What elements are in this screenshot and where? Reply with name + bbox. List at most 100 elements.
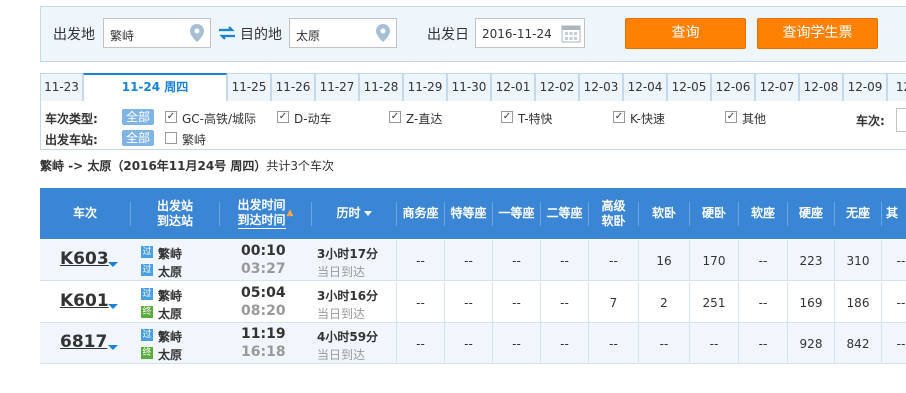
chevron-down-icon[interactable] (108, 345, 118, 350)
seat-count: 169 (799, 295, 823, 310)
train-type-checkbox[interactable]: ✓ (277, 111, 289, 123)
train-count: 共计3个车次 (266, 159, 335, 173)
train-type-label: 其他 (742, 112, 767, 126)
date-tab[interactable]: 11-23 (40, 73, 83, 101)
station-checkbox[interactable] (165, 132, 177, 144)
train-number-link[interactable]: K601 (60, 291, 109, 311)
seat-count: -- (464, 253, 473, 268)
date-tab[interactable]: 12-07 (755, 73, 799, 101)
calendar-icon[interactable] (561, 23, 581, 43)
seat-count: -- (416, 295, 425, 310)
from-station-input[interactable]: 繁峙 (103, 18, 211, 48)
header-soft-seat: 软座 (750, 206, 775, 220)
swap-icon[interactable] (218, 26, 236, 40)
location-pin-icon[interactable] (190, 24, 204, 42)
date-tab[interactable]: 11-29 (403, 73, 447, 101)
date-tab[interactable]: 12-02 (535, 73, 579, 101)
from-station: 繁峙 (158, 247, 183, 261)
seat-count: -- (609, 253, 618, 268)
train-row[interactable]: 6817 过繁峙终太原 11:19 16:18 4小时59分 当日到达 -- -- -- -- --… (40, 323, 906, 364)
date-tab[interactable]: 12-08 (799, 73, 843, 101)
seat-count: 310 (846, 253, 870, 268)
chevron-down-icon[interactable] (108, 262, 118, 267)
from-label: 出发地 (53, 27, 95, 43)
seat-count: 928 (799, 336, 823, 351)
train-number-link[interactable]: K603 (60, 249, 109, 269)
train-row[interactable]: K601 过繁峙终太原 05:04 08:20 3小时16分 当日到达 -- -- -- -- 7 2… (40, 282, 906, 323)
header-duration[interactable]: 历时 (312, 188, 396, 239)
seat-count: -- (512, 336, 521, 351)
train-type-label: T-特快 (518, 112, 553, 126)
duration: 4小时59分 (317, 330, 379, 344)
depart-time: 05:04 (241, 285, 286, 301)
date-tab[interactable]: 12-06 (711, 73, 755, 101)
route-text: 繁峙 -> 太原（2016年11月24号 周四） (40, 159, 267, 173)
date-tab[interactable]: 12 (887, 73, 906, 101)
date-tab[interactable]: 12-05 (667, 73, 711, 101)
header-train[interactable]: 车次 (40, 188, 130, 239)
arrive-time: 16:18 (241, 344, 286, 360)
train-row[interactable]: K603 过繁峙过太原 00:10 03:27 3小时17分 当日到达 -- -- -- -- --… (40, 240, 906, 281)
seat-count: 7 (609, 295, 618, 310)
train-type-checkbox[interactable]: ✓ (389, 111, 401, 123)
pass-station-icon: 过 (141, 288, 153, 300)
train-type-checkbox[interactable]: ✓ (725, 111, 737, 123)
train-type-label: GC-高铁/城际 (182, 112, 257, 126)
query-button[interactable]: 查询 (625, 18, 746, 49)
seat-count: 170 (702, 253, 726, 268)
date-tab[interactable]: 11-30 (447, 73, 491, 101)
seat-count: -- (659, 336, 669, 351)
table-header: 车次 出发站 到达站 出发时间 到达时间 ▲ 历时 商务座 特等座 一等座 二等座 高… (40, 188, 906, 239)
date-tab[interactable]: 12-04 (623, 73, 667, 101)
seat-count: -- (896, 253, 906, 268)
seat-count: 842 (846, 336, 870, 351)
header-soft-sleeper: 软卧 (651, 206, 676, 220)
train-number-input[interactable] (896, 108, 906, 132)
result-summary: 繁峙 -> 太原（2016年11月24号 周四）共计3个车次 (40, 157, 334, 174)
date-value: 2016-11-24 (482, 27, 552, 41)
header-stations[interactable]: 出发站 到达站 (131, 188, 219, 239)
train-type-checkbox[interactable]: ✓ (165, 111, 177, 123)
to-station-input[interactable]: 太原 (289, 18, 397, 48)
depart-station-label: 出发车站: (45, 133, 98, 147)
to-label: 目的地 (240, 27, 282, 43)
train-type-all-button[interactable]: 全部 (122, 109, 155, 125)
station-all-button[interactable]: 全部 (122, 130, 155, 146)
date-tab[interactable]: 11-25 (227, 73, 271, 101)
arrive-day: 当日到达 (317, 265, 366, 279)
student-ticket-button[interactable]: 查询学生票 (757, 18, 878, 49)
header-second: 二等座 (546, 206, 583, 220)
arrive-time: 08:20 (241, 303, 286, 319)
from-station: 繁峙 (158, 289, 183, 303)
header-business: 商务座 (402, 206, 439, 220)
seat-count: -- (512, 253, 521, 268)
header-times[interactable]: 出发时间 到达时间 ▲ (220, 188, 311, 239)
date-tab[interactable]: 11-26 (271, 73, 315, 101)
end-station-icon: 终 (141, 347, 153, 359)
date-tab[interactable]: 11-28 (359, 73, 403, 101)
date-tab[interactable]: 11-27 (315, 73, 359, 101)
filter-panel: 车次类型: 全部 ✓ GC-高铁/城际 ✓ D-动车 ✓ Z-直达 ✓ T-特快 ✓ K-快速 ✓ 其… (40, 101, 906, 150)
header-deluxe-soft-sleeper: 高级 软卧 (601, 198, 626, 228)
chevron-down-icon[interactable] (108, 304, 118, 309)
date-tab[interactable]: 11-24 周四 (83, 73, 227, 102)
seat-count: -- (758, 336, 768, 351)
seat-count: -- (758, 253, 768, 268)
date-tab[interactable]: 12-01 (491, 73, 535, 101)
train-type-checkbox[interactable]: ✓ (501, 111, 513, 123)
seat-count: -- (560, 253, 569, 268)
location-pin-icon[interactable] (376, 24, 390, 42)
end-station-icon: 终 (141, 306, 153, 318)
train-type-label: K-快速 (630, 112, 665, 126)
to-station-value: 太原 (296, 29, 321, 43)
arrive-day: 当日到达 (317, 307, 366, 321)
seat-count: -- (609, 336, 618, 351)
train-number-link[interactable]: 6817 (60, 332, 107, 352)
from-station-value: 繁峙 (110, 29, 135, 43)
date-tab[interactable]: 12-03 (579, 73, 623, 101)
seat-count: -- (464, 295, 473, 310)
date-tab[interactable]: 12-09 (843, 73, 887, 101)
seat-count: -- (464, 336, 473, 351)
train-type-checkbox[interactable]: ✓ (613, 111, 625, 123)
date-input[interactable]: 2016-11-24 (475, 18, 585, 48)
